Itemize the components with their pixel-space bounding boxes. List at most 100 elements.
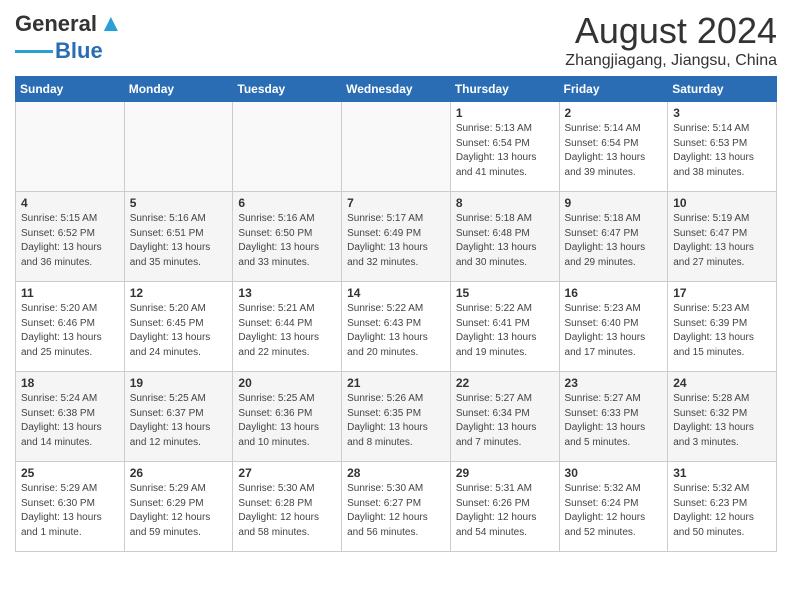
header-monday: Monday	[124, 77, 233, 102]
week-row-4: 18Sunrise: 5:24 AM Sunset: 6:38 PM Dayli…	[16, 372, 777, 462]
day-number: 26	[130, 466, 228, 480]
day-number: 12	[130, 286, 228, 300]
header-friday: Friday	[559, 77, 668, 102]
week-row-1: 1Sunrise: 5:13 AM Sunset: 6:54 PM Daylig…	[16, 102, 777, 192]
table-cell: 14 Sunrise: 5:22 AM Sunset: 6:43 PM Dayli…	[342, 282, 451, 372]
table-cell: 3Sunrise: 5:14 AM Sunset: 6:53 PM Daylig…	[668, 102, 777, 192]
day-header-row: SundayMondayTuesdayWednesdayThursdayFrid…	[16, 77, 777, 102]
table-cell: 28 Sunrise: 5:30 AM Sunset: 6:27 PM Dayli…	[342, 462, 451, 552]
title-area: August 2024 Zhangjiagang, Jiangsu, China	[565, 10, 777, 70]
day-info: Sunrise: 5:29 AM Sunset: 6:30 PM Dayligh…	[21, 482, 119, 540]
day-info: Sunrise: 5:21 AM Sunset: 6:44 PM Dayligh…	[238, 302, 336, 360]
day-number: 10	[673, 196, 771, 210]
table-cell: 5Sunrise: 5:16 AM Sunset: 6:51 PM Daylig…	[124, 192, 233, 282]
table-cell: 8 Sunrise: 5:18 AM Sunset: 6:48 PM Daylig…	[450, 192, 559, 282]
table-cell	[124, 102, 233, 192]
day-number: 9	[565, 196, 663, 210]
day-info: Sunrise: 5:20 AM Sunset: 6:46 PM Dayligh…	[21, 302, 119, 360]
day-info: Sunrise: 5:14 AM Sunset: 6:54 PM Dayligh…	[565, 122, 663, 180]
month-year-title: August 2024	[565, 10, 777, 52]
day-number: 31	[673, 466, 771, 480]
day-info: Sunrise: 5:17 AM Sunset: 6:49 PM Dayligh…	[347, 212, 445, 270]
header-tuesday: Tuesday	[233, 77, 342, 102]
header-saturday: Saturday	[668, 77, 777, 102]
header-thursday: Thursday	[450, 77, 559, 102]
day-number: 6	[238, 196, 336, 210]
week-row-2: 4 Sunrise: 5:15 AM Sunset: 6:52 PM Daylig…	[16, 192, 777, 282]
day-number: 13	[238, 286, 336, 300]
header-sunday: Sunday	[16, 77, 125, 102]
day-info: Sunrise: 5:25 AM Sunset: 6:37 PM Dayligh…	[130, 392, 228, 450]
table-cell: 25 Sunrise: 5:29 AM Sunset: 6:30 PM Dayli…	[16, 462, 125, 552]
day-number: 25	[21, 466, 119, 480]
day-number: 7	[347, 196, 445, 210]
week-row-5: 25 Sunrise: 5:29 AM Sunset: 6:30 PM Dayli…	[16, 462, 777, 552]
day-info: Sunrise: 5:28 AM Sunset: 6:32 PM Dayligh…	[673, 392, 771, 450]
day-number: 4	[21, 196, 119, 210]
table-cell: 21Sunrise: 5:26 AM Sunset: 6:35 PM Dayli…	[342, 372, 451, 462]
table-cell: 11 Sunrise: 5:20 AM Sunset: 6:46 PM Dayli…	[16, 282, 125, 372]
day-number: 23	[565, 376, 663, 390]
day-number: 11	[21, 286, 119, 300]
day-info: Sunrise: 5:30 AM Sunset: 6:28 PM Dayligh…	[238, 482, 336, 540]
day-info: Sunrise: 5:18 AM Sunset: 6:48 PM Dayligh…	[456, 212, 554, 270]
table-cell: 16Sunrise: 5:23 AM Sunset: 6:40 PM Dayli…	[559, 282, 668, 372]
day-info: Sunrise: 5:27 AM Sunset: 6:33 PM Dayligh…	[565, 392, 663, 450]
day-number: 8	[456, 196, 554, 210]
day-info: Sunrise: 5:25 AM Sunset: 6:36 PM Dayligh…	[238, 392, 336, 450]
table-cell: 10 Sunrise: 5:19 AM Sunset: 6:47 PM Dayli…	[668, 192, 777, 282]
table-cell: 18Sunrise: 5:24 AM Sunset: 6:38 PM Dayli…	[16, 372, 125, 462]
day-number: 2	[565, 106, 663, 120]
day-number: 16	[565, 286, 663, 300]
logo-general-text: General	[15, 11, 97, 37]
day-info: Sunrise: 5:19 AM Sunset: 6:47 PM Dayligh…	[673, 212, 771, 270]
day-info: Sunrise: 5:18 AM Sunset: 6:47 PM Dayligh…	[565, 212, 663, 270]
table-cell: 7 Sunrise: 5:17 AM Sunset: 6:49 PM Daylig…	[342, 192, 451, 282]
table-cell: 31Sunrise: 5:32 AM Sunset: 6:23 PM Dayli…	[668, 462, 777, 552]
day-number: 14	[347, 286, 445, 300]
calendar-table: SundayMondayTuesdayWednesdayThursdayFrid…	[15, 76, 777, 552]
header: General ▲ Blue August 2024 Zhangjiagang,…	[15, 10, 777, 70]
table-cell: 4 Sunrise: 5:15 AM Sunset: 6:52 PM Daylig…	[16, 192, 125, 282]
day-number: 19	[130, 376, 228, 390]
day-number: 15	[456, 286, 554, 300]
logo-line	[15, 50, 53, 53]
day-info: Sunrise: 5:22 AM Sunset: 6:41 PM Dayligh…	[456, 302, 554, 360]
day-number: 28	[347, 466, 445, 480]
table-cell: 30Sunrise: 5:32 AM Sunset: 6:24 PM Dayli…	[559, 462, 668, 552]
table-cell: 2 Sunrise: 5:14 AM Sunset: 6:54 PM Daylig…	[559, 102, 668, 192]
week-row-3: 11 Sunrise: 5:20 AM Sunset: 6:46 PM Dayli…	[16, 282, 777, 372]
day-info: Sunrise: 5:32 AM Sunset: 6:24 PM Dayligh…	[565, 482, 663, 540]
day-info: Sunrise: 5:27 AM Sunset: 6:34 PM Dayligh…	[456, 392, 554, 450]
day-info: Sunrise: 5:30 AM Sunset: 6:27 PM Dayligh…	[347, 482, 445, 540]
table-cell: 12 Sunrise: 5:20 AM Sunset: 6:45 PM Dayli…	[124, 282, 233, 372]
table-cell: 6 Sunrise: 5:16 AM Sunset: 6:50 PM Daylig…	[233, 192, 342, 282]
table-cell: 13 Sunrise: 5:21 AM Sunset: 6:44 PM Dayli…	[233, 282, 342, 372]
table-cell: 9 Sunrise: 5:18 AM Sunset: 6:47 PM Daylig…	[559, 192, 668, 282]
day-number: 24	[673, 376, 771, 390]
header-wednesday: Wednesday	[342, 77, 451, 102]
logo-bird-icon: ▲	[99, 10, 123, 38]
logo-blue-text: Blue	[55, 38, 103, 64]
day-number: 5	[130, 196, 228, 210]
table-cell: 19 Sunrise: 5:25 AM Sunset: 6:37 PM Dayli…	[124, 372, 233, 462]
day-info: Sunrise: 5:22 AM Sunset: 6:43 PM Dayligh…	[347, 302, 445, 360]
table-cell: 17 Sunrise: 5:23 AM Sunset: 6:39 PM Dayli…	[668, 282, 777, 372]
day-info: Sunrise: 5:23 AM Sunset: 6:39 PM Dayligh…	[673, 302, 771, 360]
day-number: 22	[456, 376, 554, 390]
table-cell: 20Sunrise: 5:25 AM Sunset: 6:36 PM Dayli…	[233, 372, 342, 462]
day-info: Sunrise: 5:31 AM Sunset: 6:26 PM Dayligh…	[456, 482, 554, 540]
table-cell: 23 Sunrise: 5:27 AM Sunset: 6:33 PM Dayli…	[559, 372, 668, 462]
table-cell	[233, 102, 342, 192]
day-info: Sunrise: 5:16 AM Sunset: 6:50 PM Dayligh…	[238, 212, 336, 270]
day-number: 29	[456, 466, 554, 480]
location-subtitle: Zhangjiagang, Jiangsu, China	[565, 52, 777, 70]
day-info: Sunrise: 5:20 AM Sunset: 6:45 PM Dayligh…	[130, 302, 228, 360]
table-cell: 29 Sunrise: 5:31 AM Sunset: 6:26 PM Dayli…	[450, 462, 559, 552]
day-info: Sunrise: 5:15 AM Sunset: 6:52 PM Dayligh…	[21, 212, 119, 270]
table-cell	[16, 102, 125, 192]
table-cell: 15 Sunrise: 5:22 AM Sunset: 6:41 PM Dayli…	[450, 282, 559, 372]
day-number: 27	[238, 466, 336, 480]
logo: General ▲ Blue	[15, 10, 123, 64]
day-number: 17	[673, 286, 771, 300]
